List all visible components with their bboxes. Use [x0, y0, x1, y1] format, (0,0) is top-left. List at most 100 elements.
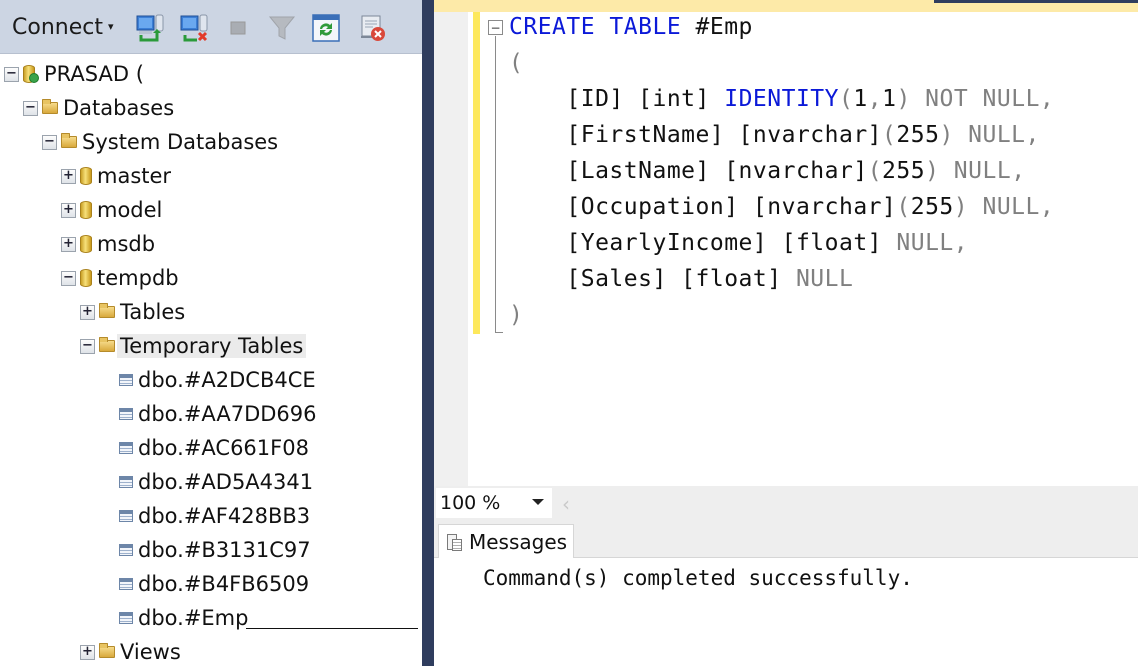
tree-node-temp-table[interactable]: dbo.#B4FB6509: [119, 568, 309, 600]
tree-node-label: tempdb: [97, 266, 179, 290]
tree-node-label: Temporary Tables: [117, 334, 307, 358]
disconnect-icon[interactable]: [178, 12, 210, 44]
tree-node-label: msdb: [97, 232, 156, 256]
database-icon: [80, 235, 92, 253]
tree-node-label: Databases: [63, 96, 175, 120]
fold-guide-line: [495, 36, 503, 333]
tree-node-label: master: [97, 164, 172, 188]
tree-node-label: Tables: [120, 300, 186, 324]
table-icon: [119, 374, 133, 386]
collapse-icon[interactable]: −: [23, 100, 38, 116]
stop-icon[interactable]: [222, 12, 254, 44]
editor-tab-strip: [434, 0, 1138, 12]
code-line-1: CREATE TABLE #Emp: [509, 14, 753, 40]
zoom-level-select[interactable]: 100 %: [436, 488, 552, 518]
expand-icon[interactable]: +: [80, 304, 95, 320]
chevron-down-icon: ▾: [107, 20, 114, 33]
table-icon: [119, 476, 133, 488]
tree-node-label: dbo.#AC661F08: [138, 436, 309, 460]
connect-dropdown-button[interactable]: Connect ▾: [12, 15, 114, 40]
folder-icon: [61, 133, 77, 148]
scroll-left-icon[interactable]: ‹: [562, 492, 570, 516]
tree-node-label: Views: [120, 640, 181, 664]
tree-node-temp-table[interactable]: dbo.#A2DCB4CE: [119, 364, 316, 396]
result-message: Command(s) completed successfully.: [483, 566, 913, 590]
refresh-icon[interactable]: [310, 12, 342, 44]
table-icon: [119, 442, 133, 454]
activity-monitor-icon[interactable]: [356, 12, 388, 44]
tree-node-temp-table-emp[interactable]: dbo.#Emp: [119, 602, 248, 634]
query-editor[interactable]: − CREATE TABLE #Emp ( [ID] [int] IDENTIT…: [434, 0, 1138, 486]
code-line-3: [ID] [int] IDENTITY(1,1) NOT NULL,: [509, 86, 1055, 112]
tree-node-temp-table[interactable]: dbo.#AC661F08: [119, 432, 309, 464]
code-line-2: (: [509, 50, 524, 76]
tree-node-temp-table[interactable]: dbo.#AF428BB3: [119, 500, 310, 532]
object-explorer-panel: Connect ▾ − PRASAD (− Databases − Syste…: [0, 0, 422, 666]
tree-node-temp-table[interactable]: dbo.#AA7DD696: [119, 398, 317, 430]
folder-icon: [99, 337, 115, 352]
tree-node-system-databases[interactable]: − System Databases: [42, 126, 278, 158]
folder-icon: [99, 303, 115, 318]
expand-icon[interactable]: +: [80, 644, 95, 660]
code-line-5: [LastName] [nvarchar](255) NULL,: [509, 158, 1026, 184]
collapse-icon[interactable]: −: [4, 66, 19, 82]
results-tab-strip: Messages: [434, 522, 1138, 558]
collapse-icon[interactable]: −: [61, 270, 76, 286]
messages-icon: [447, 533, 462, 551]
expand-icon[interactable]: +: [61, 168, 76, 184]
object-explorer-tree: − PRASAD ( − Databases − System Database…: [0, 56, 422, 666]
collapse-icon[interactable]: −: [42, 134, 57, 150]
tree-node-tables[interactable]: + Tables: [80, 296, 185, 328]
tree-node-temporary-tables[interactable]: − Temporary Tables: [80, 330, 307, 362]
tree-node-label: dbo.#Emp: [138, 606, 249, 630]
zoom-level-value: 100 %: [440, 492, 501, 514]
tree-node-label: dbo.#B4FB6509: [138, 572, 310, 596]
filter-icon[interactable]: [266, 12, 298, 44]
server-icon: [23, 65, 39, 83]
tree-node-label: dbo.#B3131C97: [138, 538, 311, 562]
tree-node-tempdb[interactable]: − tempdb: [61, 262, 179, 294]
tree-node-views[interactable]: + Views: [80, 636, 181, 668]
collapse-icon[interactable]: −: [80, 338, 95, 354]
table-icon: [119, 544, 133, 556]
tree-node-model[interactable]: + model: [61, 194, 162, 226]
connect-label: Connect: [12, 15, 103, 40]
code-line-4: [FirstName] [nvarchar](255) NULL,: [509, 122, 1040, 148]
code-line-6: [Occupation] [nvarchar](255) NULL,: [509, 194, 1055, 220]
table-icon: [119, 578, 133, 590]
tree-node-label: dbo.#AD5A4341: [138, 470, 314, 494]
tree-node-temp-table[interactable]: dbo.#AD5A4341: [119, 466, 313, 498]
connect-object-explorer-icon[interactable]: [134, 12, 166, 44]
fold-collapse-icon[interactable]: −: [488, 20, 503, 35]
tree-node-label: dbo.#AA7DD696: [138, 402, 317, 426]
table-icon: [119, 510, 133, 522]
database-icon: [80, 167, 92, 185]
expand-icon[interactable]: +: [61, 202, 76, 218]
tab-label: Messages: [469, 529, 568, 554]
tree-node-master[interactable]: + master: [61, 160, 171, 192]
database-icon: [80, 201, 92, 219]
object-explorer-toolbar: Connect ▾: [0, 0, 422, 54]
annotation-underline: [246, 628, 418, 629]
messages-pane: Command(s) completed successfully.: [434, 558, 1138, 666]
tree-node-temp-table[interactable]: dbo.#B3131C97: [119, 534, 311, 566]
tree-node-label: System Databases: [82, 130, 279, 154]
panel-splitter[interactable]: [422, 0, 434, 666]
database-icon: [80, 269, 92, 287]
chevron-down-icon: [532, 499, 544, 505]
tree-node-label: dbo.#A2DCB4CE: [138, 368, 316, 392]
table-icon: [119, 612, 133, 624]
tree-node-msdb[interactable]: + msdb: [61, 228, 155, 260]
editor-status-bar: 100 % ‹: [434, 486, 1138, 522]
change-tracking-bar: [473, 12, 480, 334]
folder-icon: [99, 643, 115, 658]
code-line-9: ): [509, 302, 524, 328]
tree-node-label: PRASAD (: [44, 62, 144, 86]
tree-node-server[interactable]: − PRASAD (: [4, 58, 144, 90]
tree-node-databases[interactable]: − Databases: [23, 92, 174, 124]
tab-messages[interactable]: Messages: [438, 524, 574, 558]
expand-icon[interactable]: +: [61, 236, 76, 252]
editor-gutter: [434, 12, 468, 486]
code-line-7: [YearlyIncome] [float] NULL,: [509, 230, 969, 256]
tree-node-label: model: [97, 198, 163, 222]
